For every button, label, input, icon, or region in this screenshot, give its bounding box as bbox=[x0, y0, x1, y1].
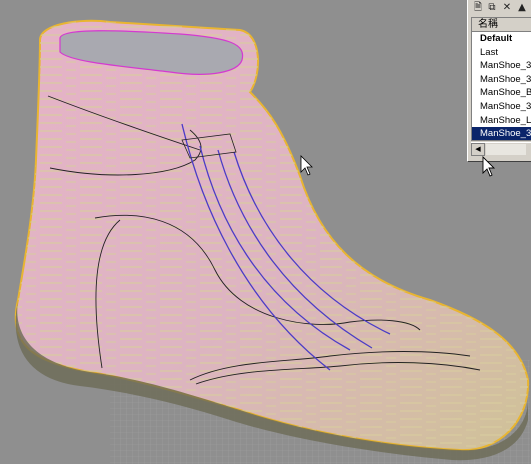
layer-item-selected[interactable]: ManShoe_3d( bbox=[472, 127, 531, 140]
shoe-model[interactable] bbox=[14, 19, 530, 461]
layer-item[interactable]: ManShoe_3d bbox=[472, 73, 531, 87]
layer-item[interactable]: ManShoe_3dS bbox=[472, 100, 531, 114]
up-arrow-icon[interactable]: ▲ bbox=[516, 2, 528, 14]
mouse-cursor-icon bbox=[482, 155, 496, 177]
layer-item[interactable]: ManShoe_Bm bbox=[472, 86, 531, 100]
layer-list-header[interactable]: 名稱 bbox=[472, 18, 531, 32]
layer-list[interactable]: 名稱 Default Last ManShoe_3d ManShoe_3d Ma… bbox=[471, 17, 531, 141]
mouse-cursor-icon bbox=[300, 155, 313, 176]
horizontal-scrollbar[interactable]: ◀ bbox=[471, 142, 531, 156]
3d-viewport[interactable] bbox=[0, 0, 531, 464]
scroll-thumb[interactable] bbox=[486, 144, 526, 155]
layer-panel: 🗎 ⧉ ✕ ▲ 名稱 Default Last ManShoe_3d ManSh… bbox=[467, 0, 531, 162]
layer-item-last[interactable]: Last bbox=[472, 46, 531, 60]
new-document-icon[interactable]: 🗎 bbox=[472, 2, 484, 14]
layer-item-default[interactable]: Default bbox=[472, 32, 531, 46]
delete-icon[interactable]: ✕ bbox=[501, 2, 513, 14]
copy-icon[interactable]: ⧉ bbox=[486, 2, 498, 14]
layer-item[interactable]: ManShoe_3d bbox=[472, 59, 531, 73]
layer-item[interactable]: ManShoe_Lin bbox=[472, 114, 531, 128]
